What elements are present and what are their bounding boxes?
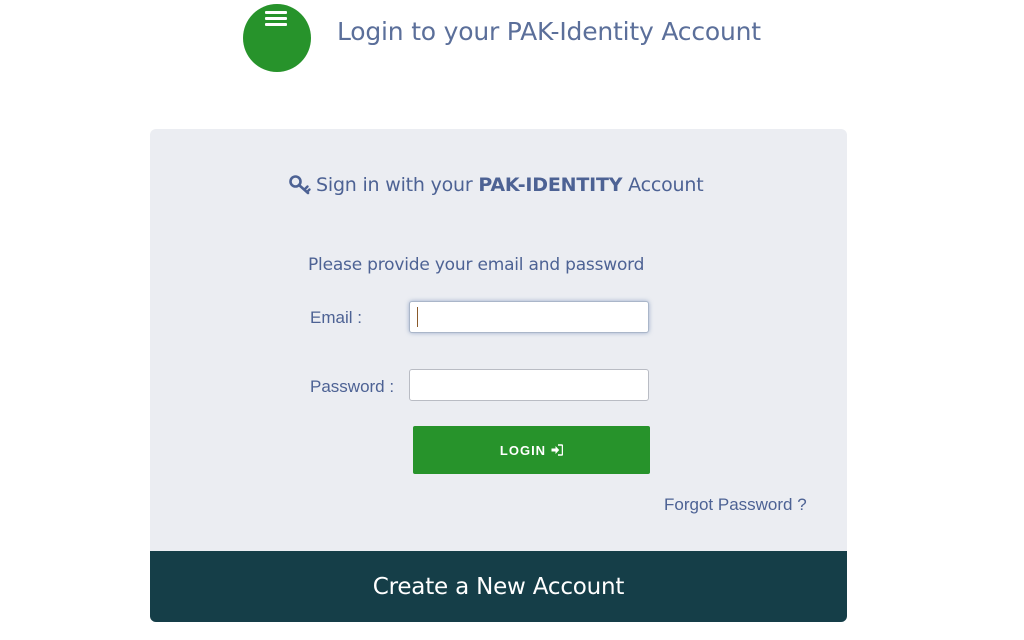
login-button-label: LOGIN — [499, 442, 547, 458]
create-account-button[interactable]: Create a New Account — [150, 551, 847, 622]
login-page: Login to your PAK-Identity Account Sign … — [0, 0, 1024, 640]
login-card: Sign in with your PAK-IDENTITY Account P… — [150, 129, 847, 622]
password-field[interactable] — [409, 369, 649, 401]
instructions-text: Please provide your email and password — [308, 255, 645, 275]
page-title: Login to your PAK-Identity Account — [337, 17, 761, 46]
menu-lines-icon — [265, 11, 287, 29]
password-label: Password : — [310, 377, 395, 396]
logo — [243, 4, 311, 72]
heading-brand: PAK-IDENTITY — [478, 174, 623, 196]
email-label: Email : — [310, 308, 362, 327]
heading-suffix: Account — [628, 174, 704, 196]
sign-in-icon — [551, 444, 564, 456]
login-button[interactable]: LOGIN — [413, 426, 650, 474]
create-account-label: Create a New Account — [372, 573, 625, 600]
key-icon — [288, 173, 312, 197]
forgot-password-link[interactable]: Forgot Password ? — [664, 495, 807, 515]
email-field[interactable] — [409, 301, 649, 333]
heading-prefix: Sign in with your — [316, 174, 473, 196]
text-caret — [417, 307, 418, 327]
card-heading: Sign in with your PAK-IDENTITY Account — [288, 173, 704, 197]
